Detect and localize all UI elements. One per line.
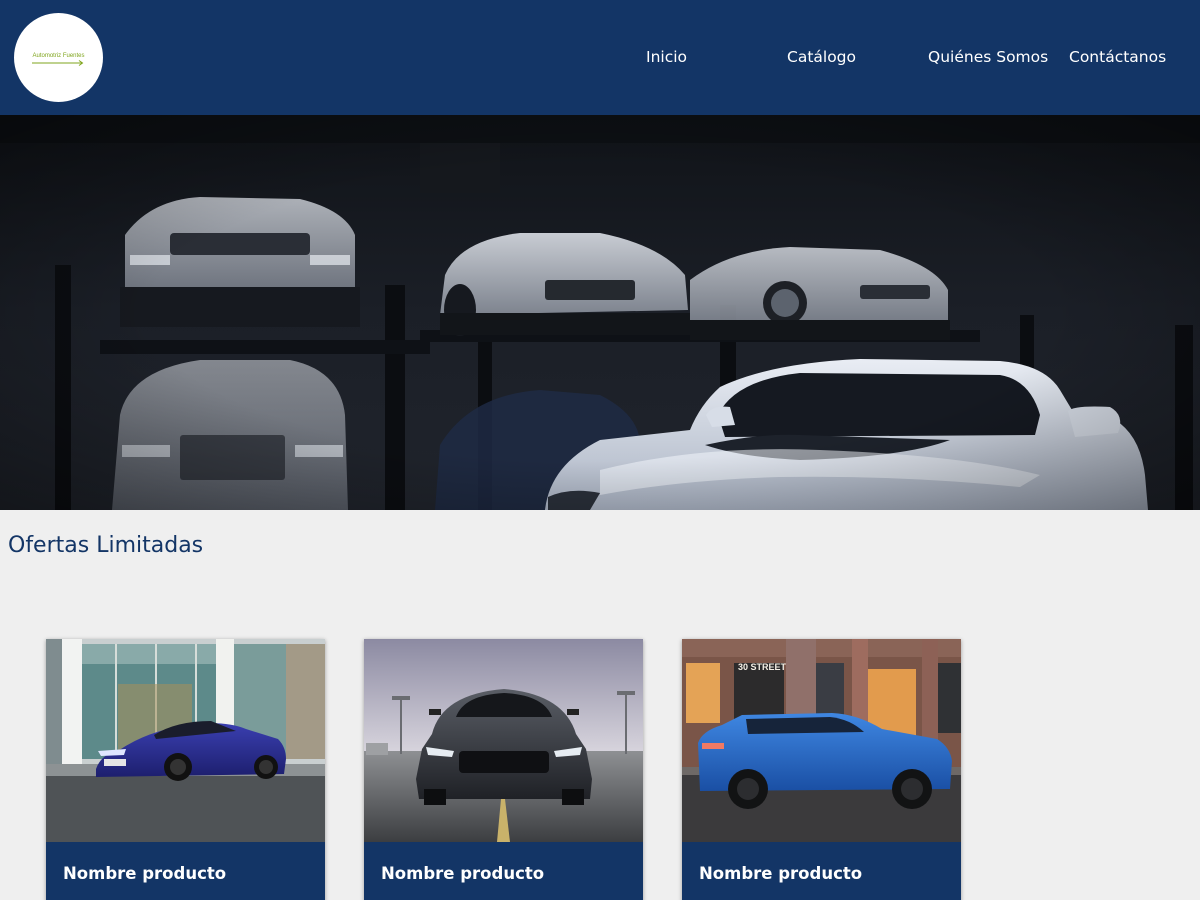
hero-banner <box>0 115 1200 510</box>
product-footer: Nombre producto <box>46 842 325 900</box>
hero-image <box>0 115 1200 510</box>
product-card[interactable]: 30 STREET Nombre producto <box>682 639 961 900</box>
product-footer: Nombre producto <box>364 842 643 900</box>
site-header: Automotriz Fuentes Inicio Catálogo Quién… <box>0 0 1200 115</box>
product-card[interactable]: Nombre producto <box>46 639 325 900</box>
nav-link-contactanos[interactable]: Contáctanos <box>1069 48 1166 66</box>
product-name[interactable]: Nombre producto <box>699 864 862 883</box>
storefront-sign: 30 STREET <box>738 662 787 672</box>
logo-arrow-icon <box>32 60 84 66</box>
product-footer: Nombre producto <box>682 842 961 900</box>
offers-title: Ofertas Limitadas <box>8 533 204 558</box>
nav-link-quienes-somos[interactable]: Quiénes Somos <box>928 48 1048 66</box>
product-image[interactable] <box>364 639 643 842</box>
product-name[interactable]: Nombre producto <box>381 864 544 883</box>
nav-link-inicio[interactable]: Inicio <box>646 48 687 66</box>
nav-link-catalogo[interactable]: Catálogo <box>787 48 856 66</box>
brand-logo[interactable]: Automotriz Fuentes <box>14 13 103 102</box>
product-image[interactable]: 30 STREET <box>682 639 961 842</box>
product-card[interactable]: Nombre producto <box>364 639 643 900</box>
product-name[interactable]: Nombre producto <box>63 864 226 883</box>
product-image[interactable] <box>46 639 325 842</box>
logo-text: Automotriz Fuentes <box>32 53 85 59</box>
